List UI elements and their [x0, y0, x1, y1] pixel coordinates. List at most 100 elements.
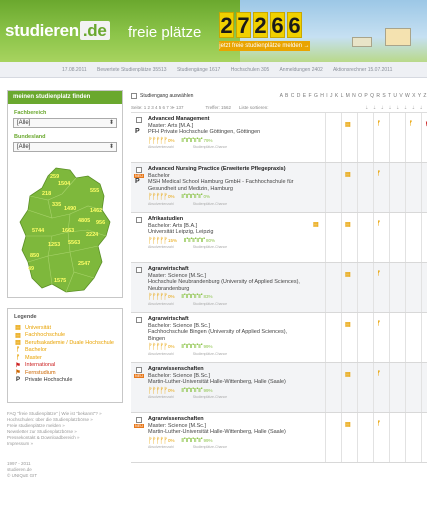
row-info: Afrikastudien Bachelor: Arts [B.A.] Univer… [148, 216, 303, 251]
row-checkbox[interactable] [136, 117, 142, 123]
row-checkbox[interactable] [136, 417, 142, 423]
column-divider [373, 413, 374, 462]
map-count[interactable]: 1462 [90, 208, 102, 214]
ratings: ᚠᚠᚠᚠᚠ 0% ⑈⑈⑈⑈⑈ 99% [148, 387, 303, 395]
course-university[interactable]: Martin-Luther-Universität Halle-Wittenbe… [148, 379, 303, 386]
graduate-icons: ᚠᚠᚠᚠᚠ [148, 292, 168, 302]
map-count[interactable]: 2547 [78, 261, 90, 267]
legend-icon: ⚑ [15, 370, 21, 377]
legend-label: Fachhochschule [25, 332, 66, 339]
course-title[interactable]: Advanced Nursing Practice (Erweiterte Pf… [148, 166, 303, 173]
stats-item: Aktionsrechner 15.07.2011 [332, 67, 393, 73]
row-info: Advanced Management Master: Arts [M.A.] PF… [148, 116, 303, 151]
course-university[interactable]: MSH Medical School Hamburg GmbH - Fachho… [148, 179, 303, 192]
chance-percent: 99% [203, 387, 213, 393]
column-divider [421, 263, 422, 312]
column-divider [421, 213, 422, 262]
chair-icons: ⑈⑈⑈⑈⑈ [181, 293, 203, 301]
ratings: ᚠᚠᚠᚠᚠ 0% ⑈⑈⑈⑈⑈ 99% [148, 343, 303, 351]
map-count[interactable]: 335 [52, 202, 61, 208]
result-row[interactable]: P Advanced Management Master: Arts [M.A.] P… [131, 113, 427, 163]
course-title[interactable]: Agrarwirtschaft [148, 266, 303, 273]
stats-item: Hochschulen 305 [230, 67, 270, 73]
fachbereich-label: Fachbereich [14, 110, 47, 116]
map-count[interactable]: 49 [28, 266, 34, 272]
map-count[interactable]: 1575 [54, 278, 66, 284]
course-university[interactable]: Universität Leipzig, Leipzig [148, 229, 303, 236]
germany-map[interactable]: 259 1504 555 218 335 1490 1462 4805 956 … [18, 166, 116, 294]
row-checkbox[interactable] [136, 367, 142, 373]
fachbereich-select[interactable]: [Alle] ⬍ [13, 118, 117, 128]
caption-chance: Studienplätze-Chance [192, 445, 228, 450]
map-count[interactable]: 850 [30, 253, 39, 259]
course-title[interactable]: Advanced Management [148, 116, 303, 123]
result-row[interactable]: NEU Agrarwissenschaften Bachelor: Science … [131, 363, 427, 413]
map-count[interactable]: 5744 [32, 228, 44, 234]
map-count[interactable]: 2224 [86, 232, 98, 238]
graduate-percent: 15% [168, 237, 178, 243]
select-all-checkbox[interactable] [131, 93, 137, 99]
row-checkbox[interactable] [136, 317, 142, 323]
course-title[interactable]: Agrarwissenschaften [148, 416, 303, 423]
results-panel: Studiengang auswählen A B C D E F G H I … [131, 89, 427, 463]
degree-type-icon: ᚠ [377, 121, 381, 127]
map-count[interactable]: 218 [42, 191, 51, 197]
course-title[interactable]: Afrikastudien [148, 216, 303, 223]
map-count[interactable]: 1663 [62, 228, 74, 234]
row-checkbox[interactable] [136, 167, 142, 173]
sidebar-link[interactable]: Impressum » [7, 441, 123, 447]
institution-type-icon: ▤ [345, 122, 351, 128]
caption-graduates: Absolventenzahl [148, 245, 174, 250]
course-title[interactable]: Agrarwissenschaften [148, 366, 303, 373]
ratings: ᚠᚠᚠᚠᚠ 0% ⑈⑈⑈⑈⑈ 79% [148, 137, 303, 145]
row-checkbox[interactable] [136, 217, 142, 223]
stats-item: Bewertete Studienplätze 35513 [97, 67, 167, 73]
map-count[interactable]: 5563 [68, 240, 80, 246]
row-info: Agrarwirtschaft Bachelor: Science [B.Sc.]… [148, 316, 303, 358]
chair-icons: ⑈⑈⑈⑈⑈ [181, 193, 203, 201]
course-degree: Bachelor: Science [B.Sc.] [148, 372, 211, 379]
result-row[interactable]: NEU Agrarwissenschaften Master: Science [M… [131, 413, 427, 463]
row-checkbox[interactable] [136, 267, 142, 273]
result-row[interactable]: Agrarwirtschaft Bachelor: Science [B.Sc.]… [131, 313, 427, 363]
course-title[interactable]: Agrarwirtschaft [148, 316, 303, 323]
legend-item: ▤ Berufsakademie / Duale Hochschule [14, 339, 116, 347]
private-mark: P [135, 178, 140, 185]
site-logo[interactable]: studieren .de [5, 21, 110, 41]
caption-graduates: Absolventenzahl [148, 395, 174, 400]
course-university[interactable]: Martin-Luther-Universität Halle-Wittenbe… [148, 429, 303, 436]
bundesland-select[interactable]: [Alle] ⬍ [13, 142, 117, 152]
pagination[interactable]: Seite: 1 2 3 4 5 6 7 ≫ 137 [131, 105, 184, 111]
column-divider [325, 213, 326, 262]
caption-chance: Studienplätze-Chance [192, 301, 228, 306]
course-degree: Master: Science [M.Sc.] [148, 422, 207, 429]
result-row[interactable]: Agrarwirtschaft Master: Science [M.Sc.] Ho… [131, 263, 427, 313]
map-count[interactable]: 1504 [58, 181, 70, 187]
results-toolbar: Studiengang auswählen A B C D E F G H I … [131, 89, 427, 103]
column-divider [405, 313, 406, 362]
result-row[interactable]: NEU P Advanced Nursing Practice (Erweitert… [131, 163, 427, 213]
map-count[interactable]: 259 [50, 174, 59, 180]
course-university[interactable]: Hochschule Neubrandenburg (University of… [148, 279, 303, 292]
new-badge: NEU [134, 374, 145, 378]
map-count[interactable]: 4805 [78, 218, 90, 224]
result-row[interactable]: Afrikastudien Bachelor: Arts [B.A.] Univer… [131, 213, 427, 263]
map-count[interactable]: 555 [90, 188, 99, 194]
map-count[interactable]: 1490 [64, 206, 76, 212]
course-degree: Bachelor [148, 172, 170, 179]
course-university[interactable]: PFH Private Hochschule Göttingen, Göttin… [148, 129, 303, 136]
report-free-places-link[interactable]: jetzt freie studienplätze melden → [219, 41, 310, 51]
sort-arrows[interactable]: ⇣⇣⇣⇣⇣⇣⇣⇣ [365, 105, 427, 111]
legend-box: Legende ▤ Universität ▤ Fachhochschule ▤ Beru… [7, 308, 123, 403]
caption-chance: Studienplätze-Chance [192, 395, 228, 400]
course-university[interactable]: Fachhochschule Bingen (University of App… [148, 329, 303, 342]
map-count[interactable]: 956 [96, 220, 105, 226]
map-count[interactable]: 1253 [48, 242, 60, 248]
column-divider [421, 163, 422, 212]
alphabet-filter[interactable]: A B C D E F G H I J K L M N O P Q R S T … [280, 93, 427, 99]
column-divider [357, 313, 358, 362]
column-divider [357, 113, 358, 162]
column-divider [405, 213, 406, 262]
legend-item: ⚑ International [14, 362, 116, 370]
legend-icon: ᚠ [16, 354, 20, 361]
